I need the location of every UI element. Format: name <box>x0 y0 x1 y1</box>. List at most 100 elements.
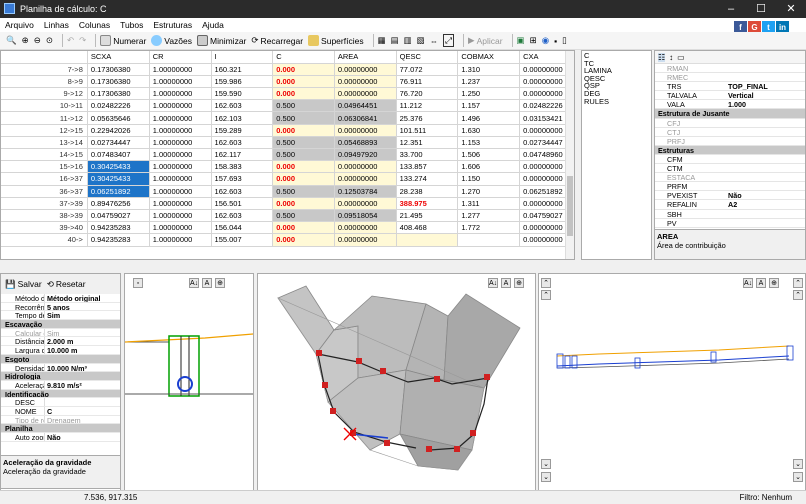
property-value[interactable] <box>725 173 805 181</box>
cell-area[interactable]: 0.00000000 <box>334 233 397 247</box>
property-value[interactable]: Não <box>725 191 805 199</box>
property-row[interactable]: PV <box>655 219 805 228</box>
property-category[interactable]: Estrutura de Jusante <box>655 109 805 119</box>
cell-qesc[interactable]: 12.351 <box>396 136 459 150</box>
property-value[interactable]: TOP_FINAL <box>725 82 805 90</box>
settings-value[interactable]: Não <box>44 433 120 441</box>
globe-icon[interactable]: ◉ <box>542 35 549 46</box>
cell-qesc[interactable]: 408.468 <box>396 221 459 235</box>
cell-c[interactable]: 0.000 <box>272 233 335 247</box>
plan-view[interactable]: A↓ A ⊕ <box>257 273 536 494</box>
table-row[interactable]: 36->37 0.06251892 1.00000000 162.603 0.500 0.… <box>1 185 574 198</box>
cell-c[interactable]: 0.500 <box>272 99 335 113</box>
cell-cobmax[interactable]: 1.237 <box>457 75 521 89</box>
cell-qesc[interactable]: 11.212 <box>396 99 459 113</box>
cell-cobmax[interactable]: 1.157 <box>457 99 521 113</box>
resetar-button[interactable]: ⟲ Resetar <box>47 279 86 290</box>
cell-c[interactable]: 0.500 <box>272 185 335 198</box>
cell-cobmax[interactable]: 1.311 <box>457 197 521 210</box>
table-row[interactable]: 8->9 0.17306380 1.00000000 159.986 0.000 0.00… <box>1 75 574 89</box>
export-icon[interactable]: ⊞ <box>530 35 537 46</box>
settings-value[interactable]: C <box>44 406 120 415</box>
cell-c[interactable]: 0.000 <box>272 87 335 101</box>
grid-icon-2[interactable]: ▤ <box>391 35 399 46</box>
property-value[interactable] <box>725 73 805 81</box>
property-row[interactable]: RMAN <box>655 64 805 74</box>
row-header[interactable]: 12->15 <box>1 124 88 137</box>
list-item[interactable]: RULES <box>584 97 649 106</box>
property-row[interactable]: TRS TOP_FINAL <box>655 82 805 92</box>
settings-row[interactable]: Auto zoomNão <box>1 433 120 442</box>
cell-scxa[interactable]: 0.05635646 <box>87 111 150 125</box>
property-row[interactable]: PVEXIST Não <box>655 191 805 201</box>
settings-row[interactable]: Densidade10.000 N/m³ <box>1 363 120 373</box>
cell-cobmax[interactable]: 1.606 <box>457 160 521 174</box>
cell-i[interactable]: 159.986 <box>211 75 274 89</box>
cell-i[interactable]: 156.501 <box>211 197 274 210</box>
cell-area[interactable]: 0.06306841 <box>334 111 397 125</box>
settings-row[interactable]: Distância ent2.000 m <box>1 337 120 347</box>
settings-value[interactable]: 2.000 m <box>44 337 120 346</box>
cell-i[interactable]: 157.693 <box>211 172 274 186</box>
column-list[interactable]: C TC LAMINA QESC QSP DEG RULES <box>581 50 652 260</box>
menu-colunas[interactable]: Colunas <box>74 20 115 30</box>
row-header[interactable]: 11->12 <box>1 111 88 125</box>
table-row[interactable]: 38->39 0.04759027 1.00000000 162.603 0.500 0.… <box>1 209 574 223</box>
cell-cr[interactable]: 1.00000000 <box>149 197 212 210</box>
cell-c[interactable]: 0.000 <box>272 197 335 210</box>
row-header[interactable]: 9->12 <box>1 87 88 101</box>
fit-icon[interactable]: ⤢ <box>443 34 455 47</box>
cell-qesc[interactable] <box>396 233 459 247</box>
table-row[interactable]: 14->15 0.07483407 1.00000000 162.117 0.500 0.… <box>1 148 574 162</box>
salvar-button[interactable]: 💾 Salvar <box>5 279 42 290</box>
categorized-icon[interactable]: ☷ <box>658 52 666 62</box>
row-header[interactable]: 16->37 <box>1 172 88 186</box>
minimizar-button[interactable]: Minimizar <box>197 35 246 46</box>
cell-qesc[interactable]: 25.376 <box>396 111 459 125</box>
cell-cr[interactable]: 1.00000000 <box>149 221 212 235</box>
cell-i[interactable]: 162.603 <box>211 136 274 150</box>
cell-cobmax[interactable]: 1.496 <box>457 111 521 125</box>
settings-row[interactable]: Largura da se10.000 m <box>1 346 120 355</box>
menu-ajuda[interactable]: Ajuda <box>197 20 229 30</box>
cell-area[interactable]: 0.00000000 <box>334 75 397 89</box>
redo-icon[interactable]: ↷ <box>79 35 86 46</box>
column-header-scxa[interactable]: SCXA <box>87 51 150 64</box>
row-header[interactable]: 14->15 <box>1 148 88 162</box>
property-row[interactable]: CFM <box>655 155 805 165</box>
cell-cobmax[interactable]: 1.270 <box>457 185 521 198</box>
close-button[interactable]: ✕ <box>776 0 806 18</box>
cell-cr[interactable]: 1.00000000 <box>149 124 212 137</box>
row-header[interactable]: 8->9 <box>1 75 88 89</box>
settings-row[interactable]: Tempo de recSim <box>1 311 120 321</box>
save-icon[interactable]: ▪ <box>554 36 557 46</box>
settings-value[interactable]: Método original <box>44 294 120 302</box>
property-row[interactable]: CTM <box>655 164 805 174</box>
cell-qesc[interactable]: 76.911 <box>396 75 459 89</box>
superficies-button[interactable]: Superfícies <box>308 35 364 46</box>
cell-qesc[interactable]: 101.511 <box>396 124 459 137</box>
property-value[interactable] <box>725 119 805 127</box>
cell-area[interactable]: 0.12503784 <box>334 185 397 198</box>
cell-area[interactable]: 0.05468893 <box>334 136 397 150</box>
property-row[interactable]: PRFJ <box>655 137 805 146</box>
row-header[interactable]: 7->8 <box>1 63 88 76</box>
cell-area[interactable]: 0.09518054 <box>334 209 397 223</box>
minimize-button[interactable]: – <box>716 0 746 18</box>
sort-az-icon[interactable]: ↕ <box>669 53 673 62</box>
cell-qesc[interactable]: 133.274 <box>396 172 459 186</box>
cell-scxa[interactable]: 0.06251892 <box>87 185 150 198</box>
cell-c[interactable]: 0.500 <box>272 148 335 162</box>
cell-cobmax[interactable]: 1.772 <box>457 221 521 235</box>
column-header-c[interactable]: C <box>272 51 335 64</box>
property-value[interactable] <box>725 219 805 227</box>
property-value[interactable] <box>725 155 805 163</box>
column-header-i[interactable]: I <box>211 51 274 64</box>
property-row[interactable]: CFJ <box>655 119 805 128</box>
cell-scxa[interactable]: 0.22942026 <box>87 124 150 137</box>
property-row[interactable]: RMEC <box>655 73 805 83</box>
property-value[interactable] <box>725 137 805 145</box>
property-row[interactable]: CTJ <box>655 128 805 137</box>
cell-area[interactable]: 0.09497920 <box>334 148 397 162</box>
cell-scxa[interactable]: 0.89476256 <box>87 197 150 210</box>
